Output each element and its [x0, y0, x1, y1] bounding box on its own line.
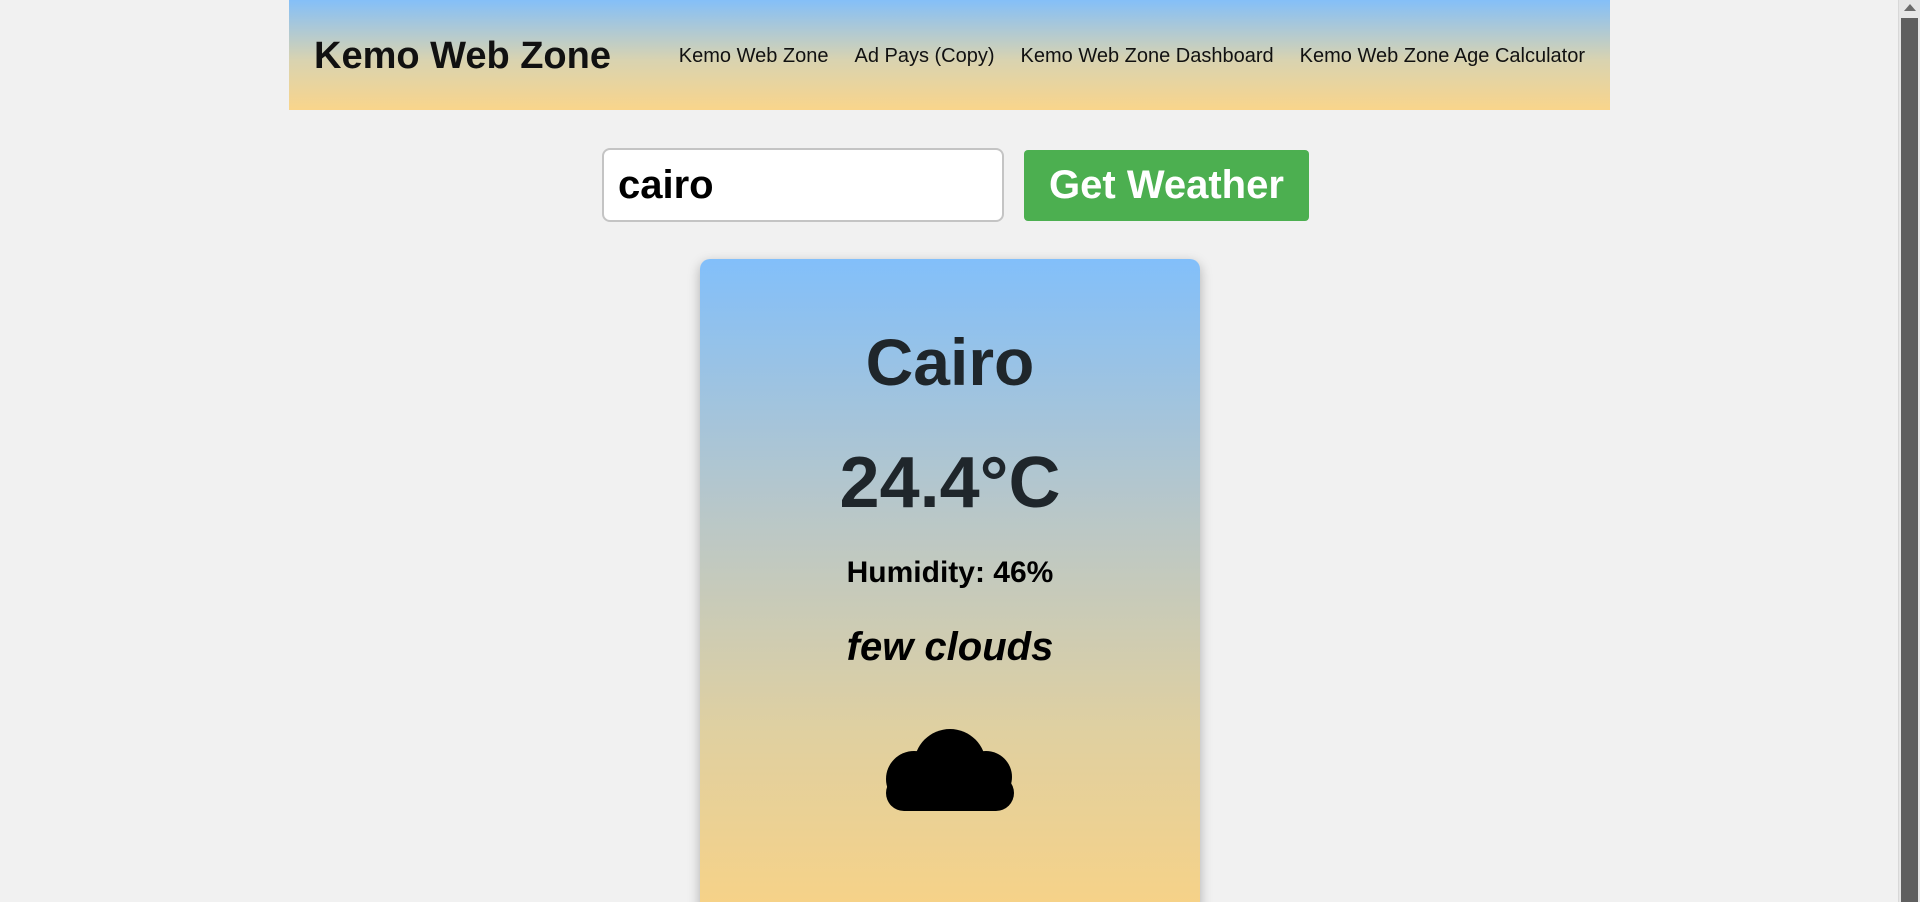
- city-search-input[interactable]: [602, 148, 1004, 222]
- site-header: Kemo Web Zone Kemo Web Zone Ad Pays (Cop…: [289, 0, 1610, 110]
- cloud-icon: [886, 729, 1014, 811]
- nav-link-kemo-web-zone[interactable]: Kemo Web Zone: [679, 45, 829, 68]
- weather-card: Cairo 24.4°C Humidity: 46% few clouds: [700, 259, 1200, 902]
- vertical-scrollbar[interactable]: [1898, 0, 1920, 902]
- scroll-up-arrow-icon[interactable]: [1904, 4, 1916, 11]
- temperature: 24.4°C: [839, 443, 1061, 523]
- weather-description: few clouds: [846, 625, 1054, 669]
- city-name: Cairo: [865, 325, 1035, 399]
- nav-link-dashboard[interactable]: Kemo Web Zone Dashboard: [1021, 45, 1274, 68]
- brand-title[interactable]: Kemo Web Zone: [314, 35, 611, 78]
- page: Kemo Web Zone Kemo Web Zone Ad Pays (Cop…: [0, 0, 1920, 902]
- get-weather-button[interactable]: Get Weather: [1024, 150, 1309, 221]
- scroll-thumb[interactable]: [1901, 18, 1918, 902]
- humidity: Humidity: 46%: [846, 556, 1054, 589]
- nav-link-age-calculator[interactable]: Kemo Web Zone Age Calculator: [1300, 45, 1585, 68]
- nav-link-ad-pays-copy[interactable]: Ad Pays (Copy): [854, 45, 994, 68]
- main-nav: Kemo Web Zone Ad Pays (Copy) Kemo Web Zo…: [679, 45, 1585, 68]
